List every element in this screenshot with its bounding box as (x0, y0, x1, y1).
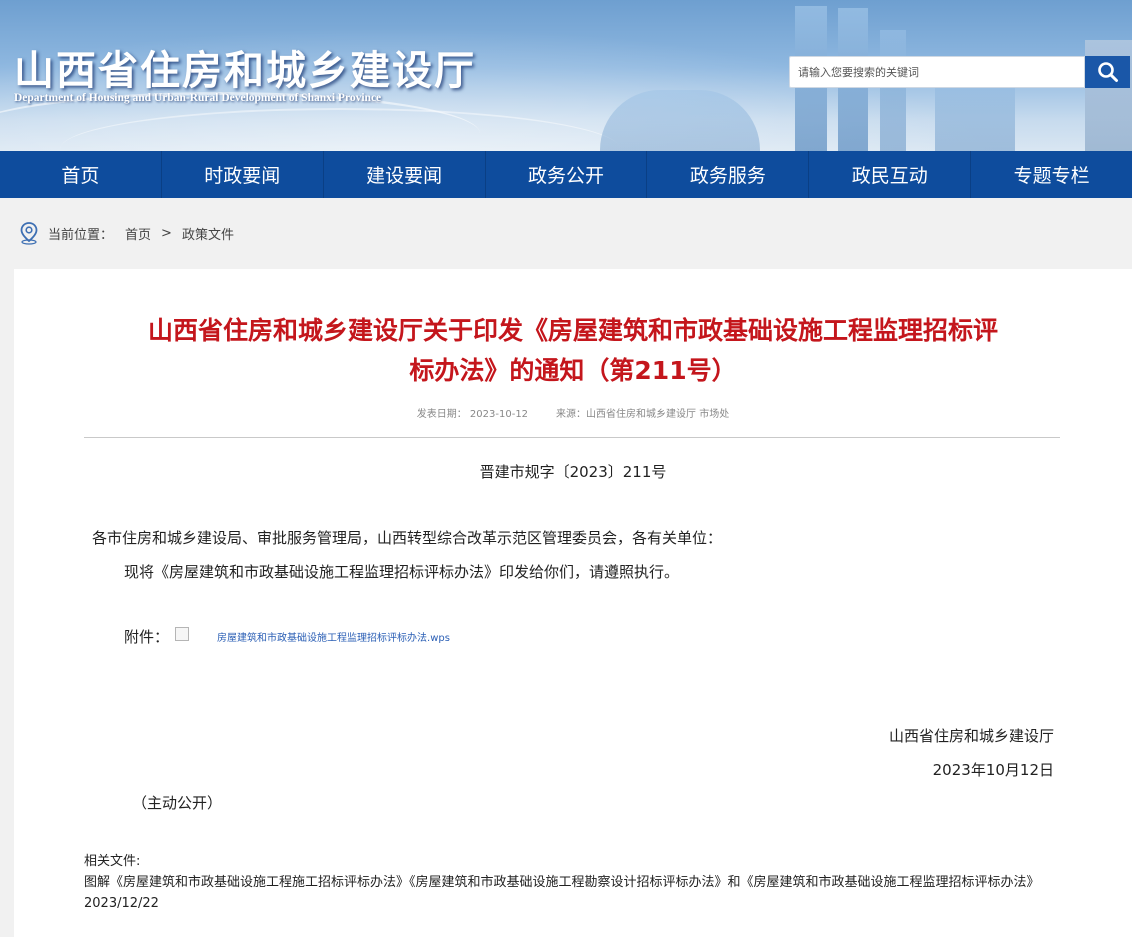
file-icon (175, 626, 190, 641)
nav-item-current-affairs[interactable]: 时政要闻 (162, 151, 324, 198)
article-source: 来源：山西省住房和城乡建设厅 市场处 (556, 409, 730, 420)
nav-item-special-topics[interactable]: 专题专栏 (971, 151, 1132, 198)
article-meta: 发表日期： 2023-10-12 来源：山西省住房和城乡建设厅 市场处 (84, 405, 1062, 420)
issue-date: 2023年10月12日 (932, 761, 1054, 779)
article-title-line: 山西省住房和城乡建设厅关于印发《房屋建筑和市政基础设施工程监理招标评 (147, 316, 998, 345)
nav-item-government-services[interactable]: 政务服务 (647, 151, 810, 198)
document-number: 晋建市规字〔2023〕211号 (479, 463, 667, 481)
attachment-link[interactable]: 房屋建筑和市政基础设施工程监理招标评标办法.wps (217, 629, 450, 644)
nav-item-government-disclosure[interactable]: 政务公开 (486, 151, 648, 198)
search-button[interactable] (1085, 56, 1130, 88)
article-title: 山西省住房和城乡建设厅关于印发《房屋建筑和市政基础设施工程监理招标评 标办法》的… (84, 311, 1062, 391)
attachment: 附件： 房屋建筑和市政基础设施工程监理招标评标办法.wps (124, 626, 450, 647)
addressee-paragraph: 各市住房和城乡建设局、审批服务管理局，山西转型综合改革示范区管理委员会，各有关单… (92, 529, 723, 547)
attachment-label: 附件： (124, 628, 170, 646)
search-bar (789, 56, 1130, 88)
nav-item-home[interactable]: 首页 (0, 151, 162, 198)
banner-building (880, 30, 906, 151)
header-banner: 山西省住房和城乡建设厅 Department of Housing and Ur… (0, 0, 1132, 151)
site-title-en: Department of Housing and Urban-Rural De… (14, 92, 382, 104)
breadcrumb-separator: > (161, 225, 172, 241)
search-input[interactable] (789, 56, 1085, 88)
nav-item-construction-news[interactable]: 建设要闻 (324, 151, 486, 198)
nav-item-public-interaction[interactable]: 政民互动 (809, 151, 972, 198)
related-file-link[interactable]: 图解《房屋建筑和市政基础设施工程施工招标评标办法》《房屋建筑和市政基础设施工程勘… (84, 875, 1040, 911)
search-icon (1097, 62, 1118, 82)
issuer: 山西省住房和城乡建设厅 (888, 727, 1054, 745)
breadcrumb-policy-documents[interactable]: 政策文件 (182, 224, 234, 243)
location-pin-icon (18, 221, 40, 245)
article-card: 山西省住房和城乡建设厅关于印发《房屋建筑和市政基础设施工程监理招标评 标办法》的… (14, 269, 1132, 937)
publish-date: 发表日期： 2023-10-12 (416, 409, 529, 420)
disclosure-type: （主动公开） (132, 794, 223, 812)
article-title-line: 标办法》的通知（第211号） (409, 356, 737, 385)
site-title[interactable]: 山西省住房和城乡建设厅 (14, 38, 476, 96)
divider (84, 437, 1060, 438)
breadcrumb: 当前位置： 首页 > 政策文件 (0, 198, 1132, 268)
body-paragraph: 现将《房屋建筑和市政基础设施工程监理招标评标办法》印发给你们，请遵照执行。 (124, 563, 680, 581)
related-files: 相关文件: 图解《房屋建筑和市政基础设施工程施工招标评标办法》《房屋建筑和市政基… (84, 851, 1064, 914)
main-nav: 首页 时政要闻 建设要闻 政务公开 政务服务 政民互动 专题专栏 (0, 151, 1132, 198)
breadcrumb-home[interactable]: 首页 (125, 224, 151, 243)
breadcrumb-prefix: 当前位置： (48, 227, 114, 243)
related-files-label: 相关文件: (84, 854, 141, 869)
